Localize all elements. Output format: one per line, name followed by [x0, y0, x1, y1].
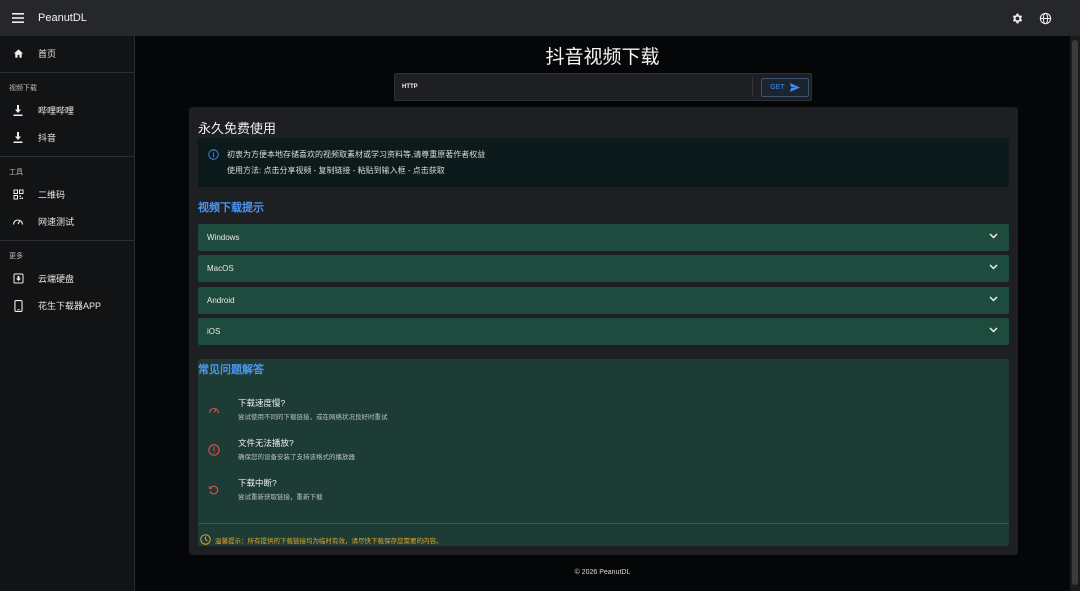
section-tools: 工具: [9, 169, 23, 176]
accordion-label: iOS: [207, 327, 221, 336]
sidebar-item-label: 花生下载器APP: [38, 301, 102, 311]
info-text-usage: 使用方法: 点击分享视频 - 复制链接 - 粘贴到输入框 - 点击获取: [227, 166, 445, 175]
accordion-ios[interactable]: iOS: [198, 318, 1009, 345]
faq-answer: 尝试重新获取链接，重新下载: [238, 494, 323, 501]
sidebar-item-bilibili[interactable]: 哔哩哔哩: [0, 97, 134, 124]
page-title: 抖音视频下载: [545, 47, 660, 68]
chevron-down-icon: [989, 296, 998, 302]
tips-section-title: 视频下载提示: [198, 202, 264, 214]
info-icon: [208, 147, 219, 165]
accordion-label: Windows: [207, 233, 240, 242]
warning-text: 温馨提示：所有提供的下载链接均为临时有效，请尽快下载保存您需要的内容。: [215, 537, 443, 545]
menu-icon[interactable]: [0, 0, 36, 36]
sidebar-item-speedtest[interactable]: 网速测试: [0, 208, 134, 235]
faq-section-title: 常见问题解答: [198, 364, 264, 376]
main-content: 抖音视频下载 HTTP GET 永久免费使用 初衷为方便本地存储喜欢的视频取素材…: [135, 36, 1070, 591]
refresh-icon: [209, 485, 219, 495]
faq-question: 文件无法播放?: [238, 438, 294, 448]
sidebar-item-label: 抖音: [38, 133, 57, 143]
url-prefix-label: HTTP: [402, 84, 418, 90]
smartphone-icon: [12, 299, 24, 312]
download-icon: [12, 132, 24, 144]
home-icon: [12, 48, 24, 60]
sidebar-item-label: 二维码: [38, 190, 66, 200]
speedometer-icon: [12, 216, 24, 228]
url-input[interactable]: [425, 77, 753, 97]
gear-icon[interactable]: [1008, 9, 1026, 27]
divider: [198, 523, 1009, 524]
faq-question: 下载中断?: [238, 478, 277, 488]
sidebar-item-label: 网速测试: [38, 217, 75, 227]
faq-item: 下载速度慢? 尝试使用不同的下载链接，或在网络状况良好时重试: [198, 397, 1009, 425]
url-bar: HTTP GET: [394, 73, 812, 101]
brand-title: PeanutDL: [38, 12, 87, 24]
info-text-purpose: 初衷为方便本地存储喜欢的视频取素材或学习资料等,请尊重原著作者权益: [227, 150, 486, 159]
sidebar-item-douyin[interactable]: 抖音: [0, 124, 134, 151]
warning-note: 温馨提示：所有提供的下载链接均为临时有效，请尽快下载保存您需要的内容。: [200, 534, 443, 545]
sidebar-item-cloud[interactable]: 云端硬盘: [0, 265, 134, 292]
speedometer-icon: [208, 407, 220, 414]
accordion-android[interactable]: Android: [198, 287, 1009, 314]
sidebar-item-app[interactable]: 花生下载器APP: [0, 292, 134, 319]
get-button[interactable]: GET: [761, 77, 809, 97]
faq-answer: 确保您的设备安装了支持该格式的播放器: [238, 454, 355, 461]
sidebar: 首页 视频下载 哔哩哔哩 抖音 工具 二维码 网速测试 更多 云端硬盘 花生下载…: [0, 36, 135, 591]
download-icon: [12, 105, 24, 117]
faq-question: 下载速度慢?: [238, 398, 286, 408]
info-alert: 初衷为方便本地存储喜欢的视频取素材或学习资料等,请尊重原著作者权益 使用方法: …: [198, 138, 1009, 187]
chevron-down-icon: [989, 264, 998, 270]
info-card: 永久免费使用 初衷为方便本地存储喜欢的视频取素材或学习资料等,请尊重原著作者权益…: [189, 107, 1018, 555]
sidebar-item-qrcode[interactable]: 二维码: [0, 181, 134, 208]
top-app-bar: PeanutDL: [0, 0, 1080, 36]
footer-copyright: © 2026 PeanutDL: [574, 569, 631, 576]
accordion-macos[interactable]: MacOS: [198, 255, 1009, 282]
chevron-down-icon: [989, 233, 998, 239]
chevron-down-icon: [989, 327, 998, 333]
faq-answer: 尝试使用不同的下载链接，或在网络状况良好时重试: [238, 414, 388, 421]
section-video: 视频下载: [9, 85, 37, 92]
accordion-label: Android: [207, 296, 235, 305]
hard-drive-icon: [12, 273, 24, 285]
alert-circle-icon: [208, 444, 220, 456]
send-icon: [789, 82, 800, 92]
sidebar-item-label: 哔哩哔哩: [38, 106, 75, 116]
scrollbar[interactable]: [1070, 36, 1080, 591]
sidebar-item-home[interactable]: 首页: [0, 40, 134, 67]
faq-panel: 常见问题解答 下载速度慢? 尝试使用不同的下载链接，或在网络状况良好时重试 文件…: [198, 359, 1009, 546]
sidebar-item-label: 云端硬盘: [38, 274, 75, 284]
get-button-label: GET: [770, 83, 785, 91]
card-title: 永久免费使用: [198, 121, 277, 136]
sidebar-item-label: 首页: [38, 49, 57, 59]
faq-item: 下载中断? 尝试重新获取链接，重新下载: [198, 477, 1009, 505]
clock-icon: [200, 534, 211, 545]
faq-item: 文件无法播放? 确保您的设备安装了支持该格式的播放器: [198, 437, 1009, 465]
scrollbar-thumb[interactable]: [1072, 40, 1078, 585]
section-more: 更多: [9, 253, 23, 260]
qrcode-icon: [12, 189, 24, 201]
accordion-label: MacOS: [207, 264, 234, 273]
accordion-windows[interactable]: Windows: [198, 224, 1009, 251]
globe-icon[interactable]: [1036, 9, 1054, 27]
